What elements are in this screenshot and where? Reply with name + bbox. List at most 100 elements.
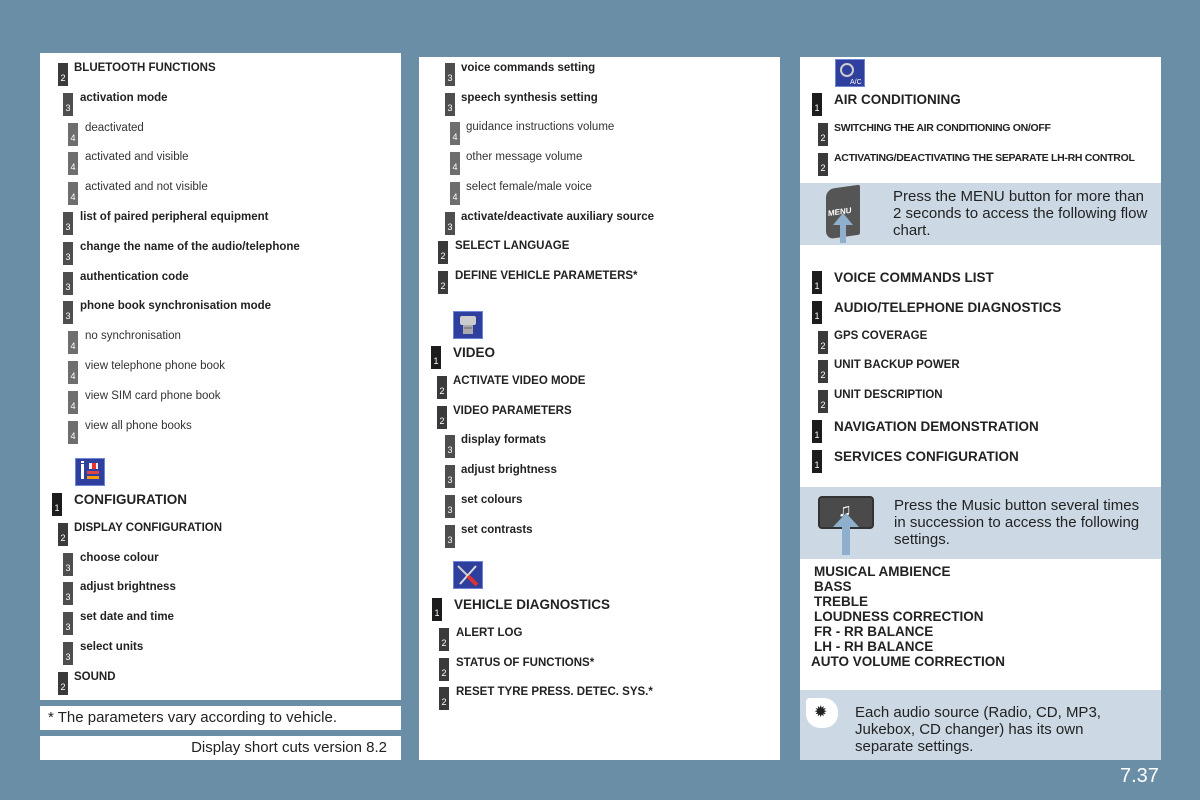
level-badge: 3	[445, 435, 455, 459]
level-badge: 2	[818, 330, 828, 354]
menu-item-label: VIDEO PARAMETERS	[453, 404, 572, 417]
level-badge: 1	[812, 300, 822, 324]
menu-item-label: view all phone books	[85, 419, 192, 432]
menu-item-label: UNIT DESCRIPTION	[834, 389, 943, 402]
level-badge: 2	[58, 63, 68, 86]
level-badge: 1	[431, 346, 441, 369]
music-setting-item: FR - RR BALANCE	[814, 624, 934, 639]
level-badge: 3	[445, 211, 455, 235]
menu-item-label: set date and time	[80, 611, 174, 624]
level-badge: 3	[63, 212, 73, 235]
level-badge: 3	[63, 301, 73, 325]
level-badge: 2	[437, 405, 447, 429]
menu-item-label: RESET TYRE PRESS. DETEC. SYS.*	[456, 686, 653, 699]
level-badge: 4	[68, 361, 78, 384]
level-badge: 4	[68, 331, 78, 355]
version-text: Display short cuts version 8.2	[191, 739, 387, 756]
level-badge: 2	[818, 122, 828, 146]
level-badge: 2	[437, 375, 447, 399]
music-info-text: Press the Music button several times in …	[894, 497, 1140, 548]
lightbulb-icon: ✹	[806, 698, 838, 728]
menu-item-label: BLUETOOTH FUNCTIONS	[74, 62, 216, 74]
level-badge: 4	[450, 181, 460, 205]
level-badge: 3	[445, 63, 455, 86]
air-conditioning-menu-panel: A/C 1 AIR CONDITIONING 2 SWITCHING THE AIR …	[800, 57, 1161, 760]
footnote-box: * The parameters vary according to vehic…	[40, 706, 401, 730]
footnote-text: * The parameters vary according to vehic…	[48, 709, 338, 726]
level-badge: 4	[68, 420, 78, 444]
music-setting-item: TREBLE	[814, 594, 868, 609]
level-badge: 4	[68, 122, 78, 146]
tip-info-box: ✹ Each audio source (Radio, CD, MP3, Juk…	[800, 690, 1161, 760]
voice-video-diagnostics-panel: 3 voice commands setting 3 speech synthesis…	[419, 57, 780, 760]
level-badge: 1	[432, 598, 442, 621]
air-conditioning-icon: A/C	[835, 59, 865, 87]
menu-item-label: phone book synchronisation mode	[80, 300, 272, 313]
level-badge: 3	[445, 92, 455, 116]
configuration-icon	[75, 458, 105, 486]
menu-item-label: activated and not visible	[85, 181, 208, 194]
level-badge: 1	[812, 271, 822, 294]
music-settings-list: MUSICAL AMBIENCE BASS TREBLE LOUDNESS CORRE…	[811, 564, 1006, 669]
menu-item-label: SELECT LANGUAGE	[455, 240, 570, 253]
menu-item-label: SOUND	[74, 670, 116, 683]
page-number: 7.37	[1120, 765, 1159, 787]
level-badge: 2	[438, 270, 448, 294]
level-badge: 3	[63, 241, 73, 265]
menu-item-label: ACTIVATING/DEACTIVATING THE SEPARATE LH-…	[834, 151, 1135, 164]
menu-item-label: ACTIVATE VIDEO MODE	[453, 374, 586, 387]
menu-item-label: adjust brightness	[461, 464, 557, 477]
menu-item-label: NAVIGATION DEMONSTRATION	[834, 419, 1039, 434]
menu-item-label: view telephone phone book	[85, 360, 226, 372]
level-badge: 2	[439, 627, 449, 651]
menu-item-label: VOICE COMMANDS LIST	[834, 270, 994, 285]
level-badge: 4	[68, 182, 78, 206]
menu-item-label: voice commands setting	[461, 62, 596, 74]
menu-item-label: set colours	[461, 494, 523, 506]
menu-item-label: display formats	[461, 434, 546, 447]
level-badge: 2	[58, 522, 68, 546]
menu-item-label: no synchronisation	[85, 330, 181, 343]
level-badge: 3	[445, 465, 455, 489]
level-badge: 3	[63, 612, 73, 636]
menu-item-label: activation mode	[80, 91, 168, 104]
menu-item-label: GPS COVERAGE	[834, 329, 928, 342]
menu-item-label: SWITCHING THE AIR CONDITIONING ON/OFF	[834, 121, 1051, 134]
menu-item-label: set contrasts	[461, 523, 533, 536]
menu-item-label: authentication code	[80, 270, 189, 283]
menu-item-label: DEFINE VEHICLE PARAMETERS*	[455, 269, 638, 282]
tip-text: Each audio source (Radio, CD, MP3, Jukeb…	[855, 704, 1101, 755]
level-badge: 2	[818, 390, 828, 414]
level-badge: 3	[445, 524, 455, 548]
level-badge: 4	[68, 152, 78, 176]
menu-item-label: choose colour	[80, 551, 159, 564]
level-badge: 3	[63, 582, 73, 606]
level-badge: 2	[818, 360, 828, 384]
menu-item-label: SERVICES CONFIGURATION	[834, 448, 1019, 464]
level-badge: 1	[812, 93, 822, 116]
menu-item-label: UNIT BACKUP POWER	[834, 359, 960, 372]
menu-item-label: activate/deactivate auxiliary source	[461, 210, 655, 223]
level-badge: 4	[68, 390, 78, 414]
menu-item-label: other message volume	[466, 151, 583, 164]
menu-button-info-box: MENU Press the MENU button for more than…	[800, 183, 1161, 245]
level-badge: 3	[63, 271, 73, 295]
level-badge: 3	[63, 552, 73, 576]
music-setting-item: LOUDNESS CORRECTION	[814, 609, 984, 624]
music-setting-item: BASS	[814, 579, 852, 594]
menu-item-label: adjust brightness	[80, 581, 176, 594]
music-button-info-box: ♫ Press the Music button several times i…	[800, 487, 1161, 559]
arrow-up-icon	[833, 213, 853, 225]
menu-item-label: select female/male voice	[466, 180, 592, 193]
music-setting-item: AUTO VOLUME CORRECTION	[811, 654, 1006, 669]
menu-item-label: list of paired peripheral equipment	[80, 211, 269, 223]
arrow-up-icon	[833, 513, 859, 527]
menu-info-text: Press the MENU button for more than 2 se…	[893, 188, 1148, 239]
menu-item-label: AUDIO/TELEPHONE DIAGNOSTICS	[834, 299, 1062, 315]
level-badge: 4	[450, 152, 460, 176]
menu-item-label: DISPLAY CONFIGURATION	[74, 521, 223, 534]
level-badge: 2	[439, 657, 449, 681]
menu-item-label: VIDEO	[453, 345, 496, 360]
menu-item-label: guidance instructions volume	[466, 121, 615, 134]
version-box: Display short cuts version 8.2	[40, 736, 401, 760]
